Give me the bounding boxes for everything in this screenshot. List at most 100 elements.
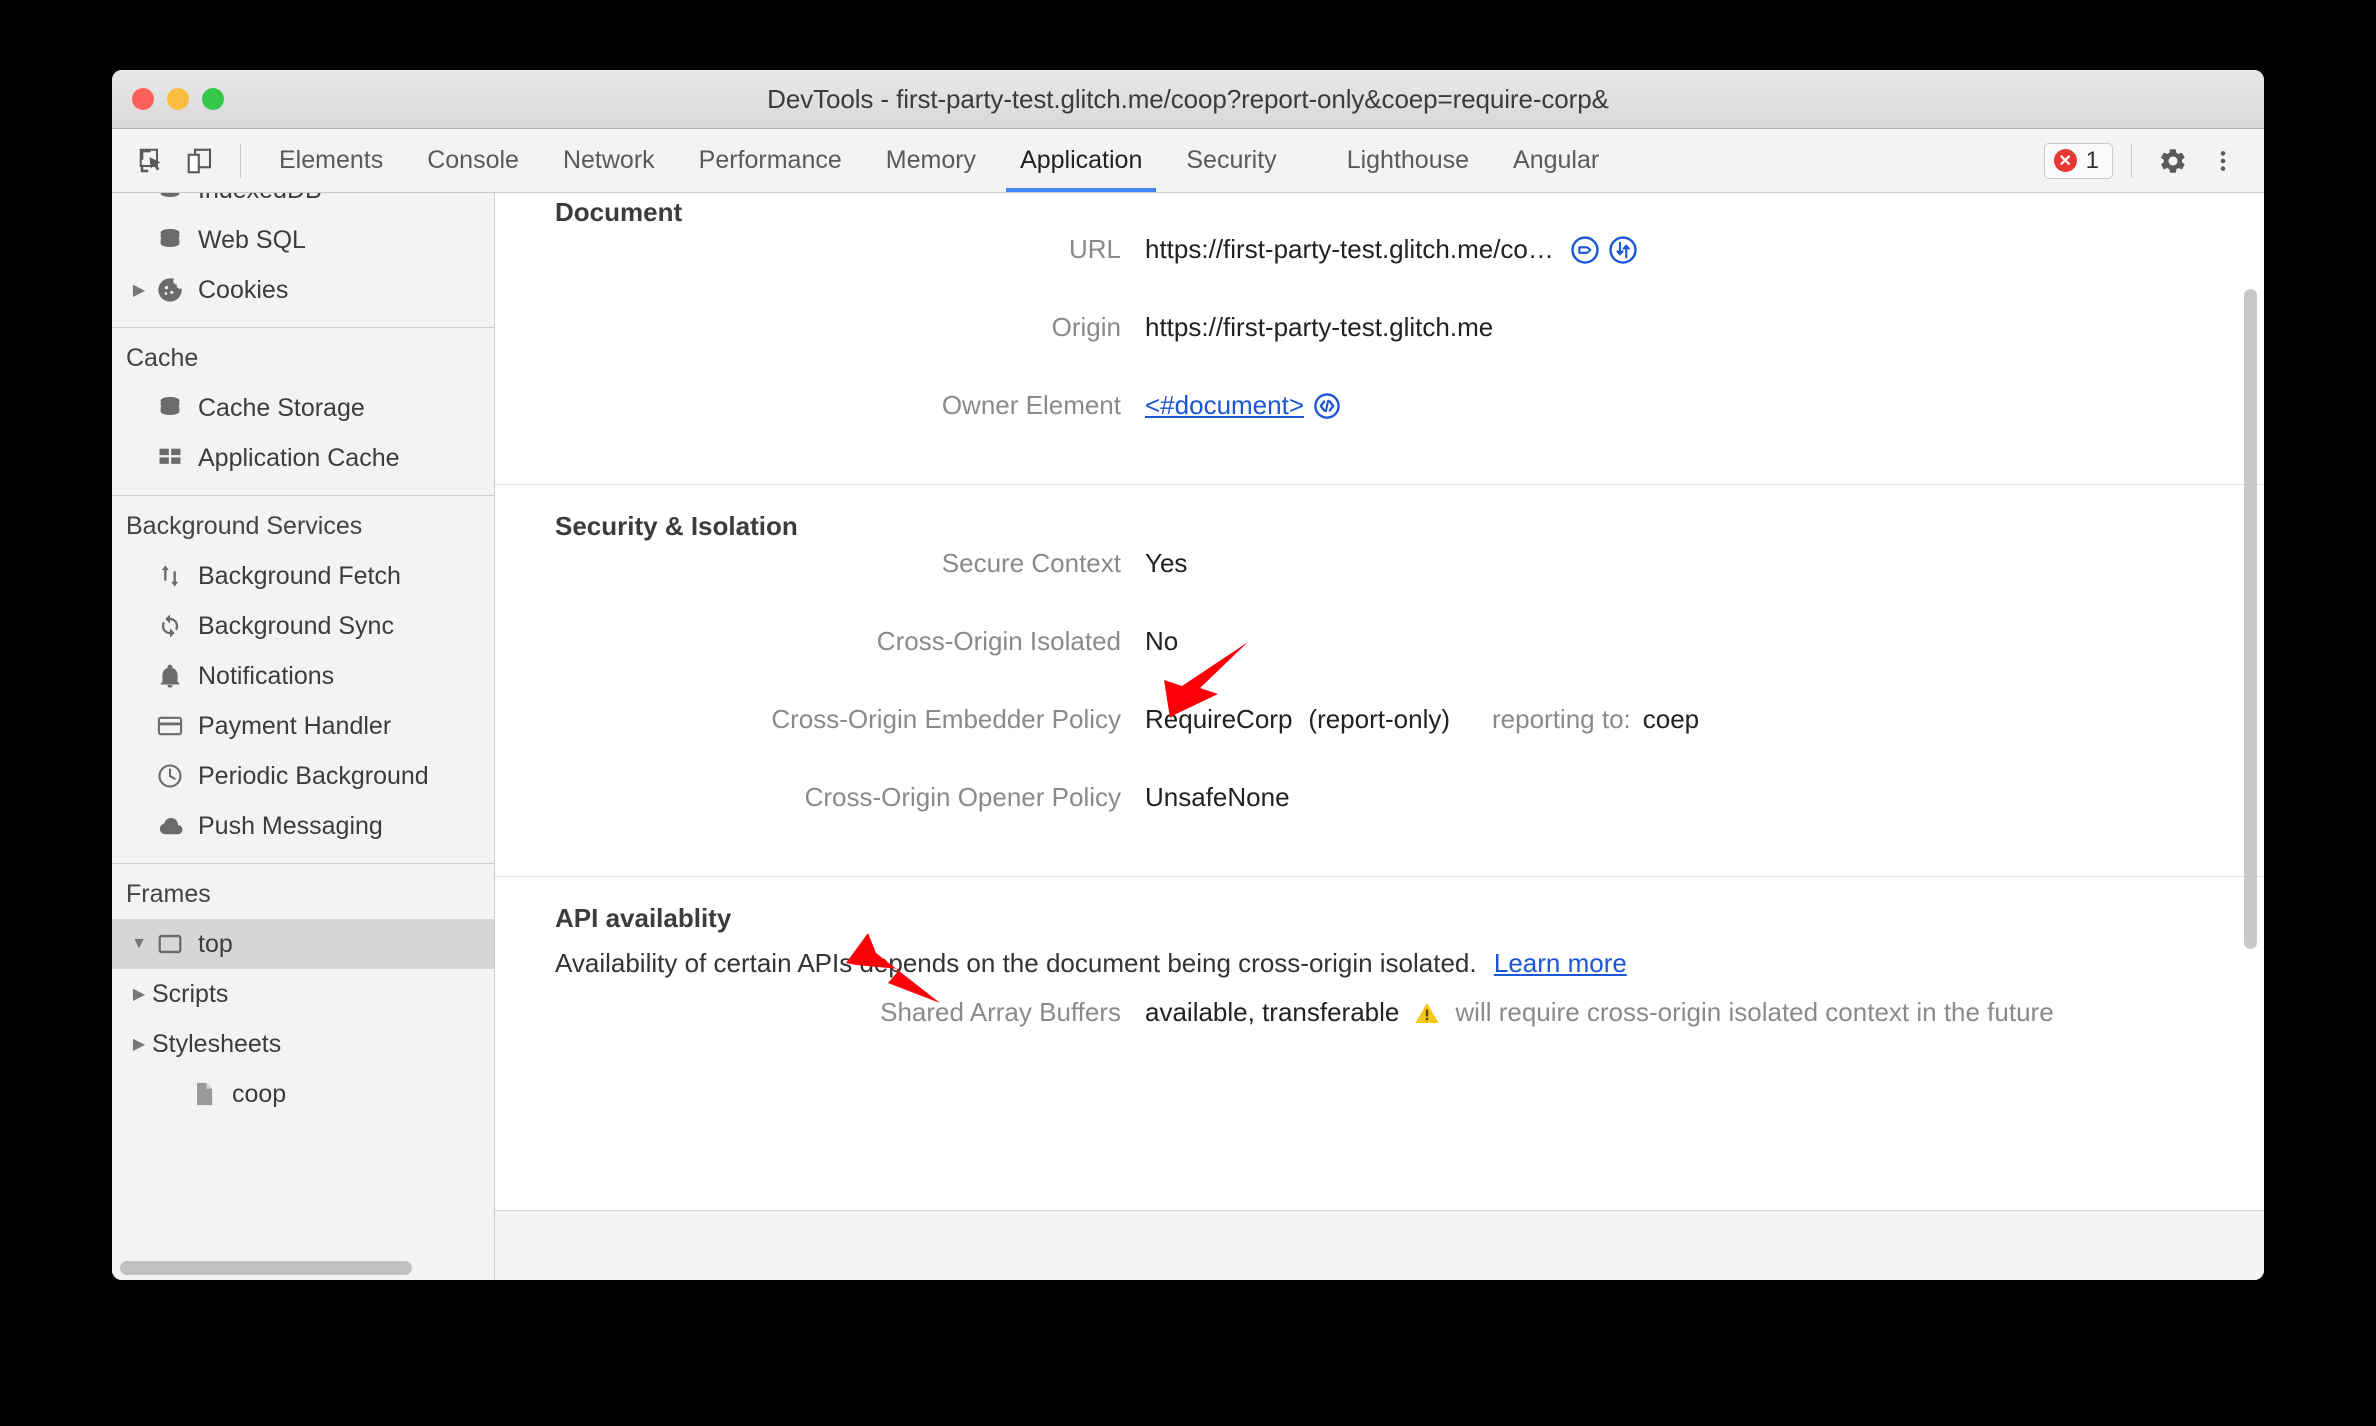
application-sidebar[interactable]: IndexedDB Web SQL ▶ Cookies: [112, 193, 495, 1280]
sidebar-item-cookies[interactable]: ▶ Cookies: [112, 265, 494, 315]
tab-elements[interactable]: Elements: [257, 129, 405, 192]
sync-icon: [152, 612, 188, 640]
bell-icon: [152, 662, 188, 690]
tab-security[interactable]: Security: [1164, 129, 1298, 192]
security-isolation-section: Security & Isolation Secure Context Yes …: [495, 485, 2264, 860]
window-titlebar: DevTools - first-party-test.glitch.me/co…: [112, 70, 2264, 129]
coep-reporting-to-label: reporting to:: [1492, 704, 1631, 734]
chevron-right-icon[interactable]: ▶: [126, 280, 152, 300]
toolbar-right-tools: ✕ 1: [2043, 138, 2264, 184]
frame-details-panel: Document URL https://first-party-test.gl…: [495, 193, 2264, 1280]
sidebar-item-push-messaging[interactable]: Push Messaging: [112, 801, 494, 851]
tab-memory[interactable]: Memory: [864, 129, 998, 192]
row-cross-origin-isolated: Cross-Origin Isolated No: [555, 626, 2264, 704]
coep-report-only-label: (report-only): [1308, 704, 1450, 734]
grid-icon: [152, 444, 188, 472]
sidebar-item-label: top: [198, 929, 233, 958]
sidebar-item-stylesheets[interactable]: ▶ Stylesheets: [112, 1019, 494, 1069]
api-availability-section: API availablity Availability of certain …: [495, 877, 2264, 1061]
row-label-owner-element: Owner Element: [941, 390, 1121, 420]
document-section-title: Document: [555, 197, 683, 227]
tab-label: Console: [427, 146, 519, 174]
chevron-right-icon[interactable]: ▶: [126, 984, 152, 1004]
owner-element-link[interactable]: <#document>: [1145, 390, 1304, 421]
chevron-down-icon[interactable]: ▼: [126, 935, 152, 953]
tab-label: Performance: [698, 146, 842, 174]
devtools-body: IndexedDB Web SQL ▶ Cookies: [112, 193, 2264, 1280]
tab-application[interactable]: Application: [998, 129, 1164, 192]
sidebar-item-cache-storage[interactable]: Cache Storage: [112, 383, 494, 433]
gear-icon[interactable]: [2150, 138, 2196, 184]
coep-value: RequireCorp: [1145, 704, 1293, 734]
chevron-right-icon[interactable]: ▶: [126, 1034, 152, 1054]
row-value-url: https://first-party-test.glitch.me/co…: [1145, 234, 1638, 265]
row-url: URL https://first-party-test.glitch.me/c…: [555, 234, 2264, 312]
row-value-origin: https://first-party-test.glitch.me: [1145, 312, 1494, 342]
minimize-button[interactable]: [167, 88, 189, 110]
sidebar-item-label: Scripts: [152, 979, 229, 1008]
learn-more-link[interactable]: Learn more: [1494, 948, 1627, 978]
sidebar-item-top[interactable]: ▼ top: [112, 919, 494, 969]
window-title: DevTools - first-party-test.glitch.me/co…: [767, 83, 1609, 114]
row-value-shared-array-buffers: available, transferable will require cro…: [1145, 997, 2054, 1028]
sidebar-item-label: Background Fetch: [198, 561, 401, 590]
sidebar-item-label: Cookies: [198, 275, 289, 304]
main-panel-footer: [495, 1210, 2264, 1280]
open-sources-panel-icon[interactable]: [1608, 235, 1638, 265]
tab-network[interactable]: Network: [541, 129, 677, 192]
sidebar-item-label: Periodic Background: [198, 761, 429, 790]
api-section-title: API availablity: [555, 903, 732, 933]
api-description-text: Availability of certain APIs depends on …: [555, 948, 1477, 978]
database-icon: [152, 394, 188, 422]
row-value-coop: UnsafeNone: [1145, 782, 1290, 812]
tab-console[interactable]: Console: [405, 129, 541, 192]
document-icon: [186, 1080, 222, 1108]
sidebar-item-label: Payment Handler: [198, 711, 392, 740]
devtools-tab-list: Elements Console Network Performance Mem…: [257, 129, 1621, 192]
up-down-arrows-icon: [152, 562, 188, 590]
toolbar-divider-2: [2131, 143, 2132, 178]
sidebar-item-payment-handler[interactable]: Payment Handler: [112, 701, 494, 751]
kebab-menu-icon[interactable]: [2200, 138, 2246, 184]
row-label-coop: Cross-Origin Opener Policy: [804, 782, 1121, 812]
warning-triangle-icon: [1413, 999, 1441, 1027]
database-icon: [152, 226, 188, 254]
error-count-label: 1: [2085, 146, 2099, 174]
row-coep: Cross-Origin Embedder Policy RequireCorp…: [555, 704, 2264, 782]
inspect-element-icon[interactable]: [128, 137, 176, 185]
row-label-shared-array-buffers: Shared Array Buffers: [880, 997, 1121, 1027]
error-count-badge[interactable]: ✕ 1: [2043, 142, 2113, 179]
sidebar-item-label: coop: [232, 1079, 287, 1108]
sab-note: will require cross-origin isolated conte…: [1455, 997, 2054, 1027]
zoom-button[interactable]: [202, 88, 224, 110]
window-traffic-lights[interactable]: [132, 88, 224, 110]
sidebar-item-notifications[interactable]: Notifications: [112, 651, 494, 701]
tab-performance[interactable]: Performance: [677, 129, 864, 192]
sidebar-group-title-background-services: Background Services: [126, 512, 363, 540]
tab-label: Elements: [279, 146, 384, 174]
sidebar-item-coop[interactable]: coop: [112, 1069, 494, 1119]
sidebar-item-label: Background Sync: [198, 611, 394, 640]
sidebar-scroll-content: IndexedDB Web SQL ▶ Cookies: [112, 193, 494, 1280]
row-label-secure-context: Secure Context: [941, 548, 1121, 578]
main-vertical-scrollbar[interactable]: [2244, 289, 2257, 949]
sidebar-item-background-sync[interactable]: Background Sync: [112, 601, 494, 651]
close-button[interactable]: [132, 88, 154, 110]
tab-label: Application: [1020, 146, 1143, 174]
sidebar-horizontal-scrollbar[interactable]: [120, 1261, 412, 1275]
toolbar-divider: [240, 143, 241, 178]
sidebar-item-application-cache[interactable]: Application Cache: [112, 433, 494, 483]
row-value-secure-context: Yes: [1145, 548, 1188, 578]
tab-lighthouse[interactable]: Lighthouse: [1325, 129, 1491, 192]
open-network-panel-icon[interactable]: [1570, 235, 1600, 265]
sidebar-item-web-sql[interactable]: Web SQL: [112, 215, 494, 265]
sidebar-item-scripts[interactable]: ▶ Scripts: [112, 969, 494, 1019]
reveal-in-elements-icon[interactable]: [1312, 391, 1342, 421]
sidebar-item-indexeddb[interactable]: IndexedDB: [112, 193, 494, 215]
device-toolbar-icon[interactable]: [176, 137, 224, 185]
tab-angular[interactable]: Angular: [1491, 129, 1621, 192]
row-shared-array-buffers: Shared Array Buffers available, transfer…: [555, 997, 2264, 1061]
sidebar-item-periodic-background[interactable]: Periodic Background: [112, 751, 494, 801]
api-section-description: Availability of certain APIs depends on …: [555, 940, 2264, 997]
sidebar-item-background-fetch[interactable]: Background Fetch: [112, 551, 494, 601]
